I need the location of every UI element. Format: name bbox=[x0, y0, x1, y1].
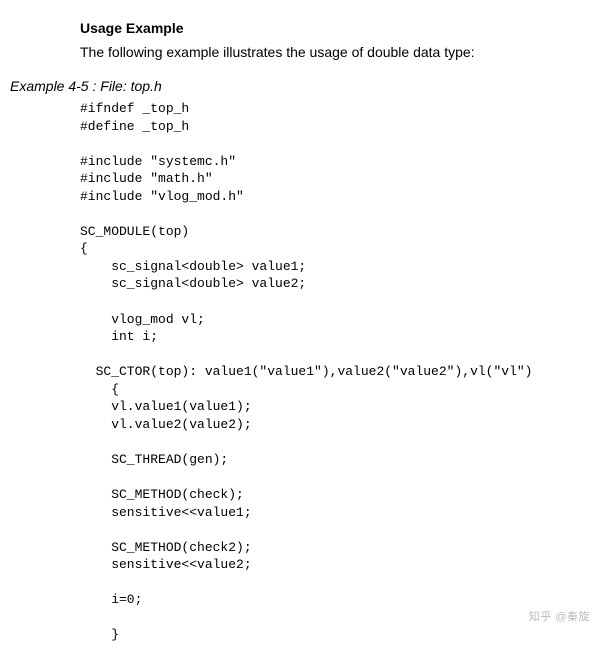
page-content: Usage Example The following example illu… bbox=[0, 0, 600, 664]
section-heading: Usage Example bbox=[80, 20, 580, 36]
watermark: 知乎 @秦旋 bbox=[529, 608, 590, 624]
section-description: The following example illustrates the us… bbox=[80, 44, 580, 60]
example-label: Example 4-5 : File: top.h bbox=[10, 78, 580, 94]
code-block: #ifndef _top_h #define _top_h #include "… bbox=[80, 100, 580, 644]
